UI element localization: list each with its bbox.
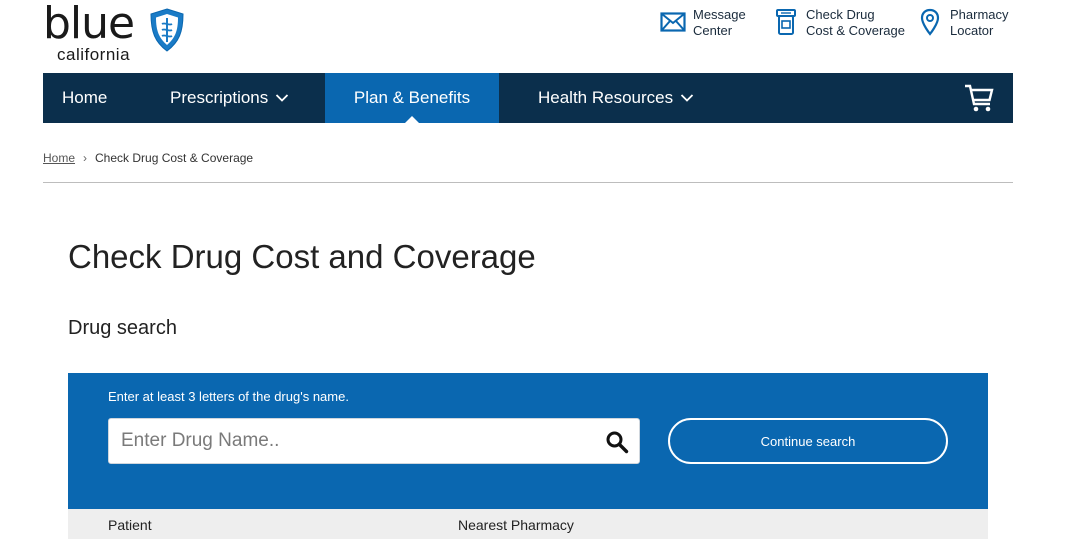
nav-plan-label: Plan & Benefits xyxy=(353,88,471,107)
nav-home[interactable]: Home xyxy=(43,73,144,123)
nav-prescriptions-label: Prescriptions xyxy=(170,88,269,107)
drug-search-panel: Enter at least 3 letters of the drug's n… xyxy=(68,373,988,509)
map-pin-icon xyxy=(916,7,944,37)
breadcrumb-home-link[interactable]: Home xyxy=(43,151,75,165)
blue-shield-logo[interactable]: blue california xyxy=(43,0,193,66)
pharmacy-locator-line1: Pharmacy xyxy=(950,7,1009,22)
drug-search-box xyxy=(108,418,640,464)
chevron-down-icon xyxy=(680,94,694,102)
nav-prescriptions[interactable]: Prescriptions xyxy=(144,73,325,123)
breadcrumb: Home › Check Drug Cost & Coverage xyxy=(43,151,253,165)
column-header-nearest-pharmacy: Nearest Pharmacy xyxy=(458,517,574,533)
nav-health-resources[interactable]: Health Resources xyxy=(499,73,799,123)
chevron-right-icon: › xyxy=(83,151,88,165)
column-header-patient: Patient xyxy=(108,517,152,533)
cart-icon[interactable] xyxy=(963,83,995,113)
message-center-label: Message Center xyxy=(693,7,746,39)
check-drug-cost-link[interactable]: Check Drug Cost & Coverage xyxy=(772,7,905,39)
nav-health-label: Health Resources xyxy=(538,88,674,107)
results-table-header: Patient Nearest Pharmacy xyxy=(68,509,988,539)
nav-plan-benefits[interactable]: Plan & Benefits xyxy=(325,73,499,124)
divider xyxy=(43,182,1013,183)
message-center-link[interactable]: Message Center xyxy=(659,7,746,39)
search-hint: Enter at least 3 letters of the drug's n… xyxy=(108,389,349,404)
message-center-line1: Message xyxy=(693,7,746,22)
chevron-down-icon xyxy=(276,94,289,102)
check-drug-line2: Cost & Coverage xyxy=(806,23,905,38)
check-drug-line1: Check Drug xyxy=(806,7,875,22)
active-tab-caret xyxy=(404,116,420,124)
breadcrumb-current: Check Drug Cost & Coverage xyxy=(95,151,254,165)
check-drug-cost-label: Check Drug Cost & Coverage xyxy=(806,7,905,39)
pill-bottle-icon xyxy=(772,7,800,37)
pharmacy-locator-link[interactable]: Pharmacy Locator xyxy=(916,7,1009,39)
logo-wordmark: blue xyxy=(43,0,135,49)
envelope-icon xyxy=(659,7,687,37)
nav-home-label: Home xyxy=(62,88,108,107)
logo-subtext: california xyxy=(57,45,131,64)
section-title: Drug search xyxy=(68,317,177,339)
main-nav: Home Prescriptions Plan & Benefits Healt… xyxy=(43,73,1013,124)
message-center-line2: Center xyxy=(693,23,733,38)
search-icon[interactable] xyxy=(605,430,629,454)
shield-icon xyxy=(150,8,184,52)
drug-name-input[interactable] xyxy=(109,419,579,463)
pharmacy-locator-label: Pharmacy Locator xyxy=(950,7,1009,39)
continue-search-button[interactable]: Continue search xyxy=(668,418,948,464)
pharmacy-locator-line2: Locator xyxy=(950,23,994,38)
page-title: Check Drug Cost and Coverage xyxy=(68,238,536,275)
